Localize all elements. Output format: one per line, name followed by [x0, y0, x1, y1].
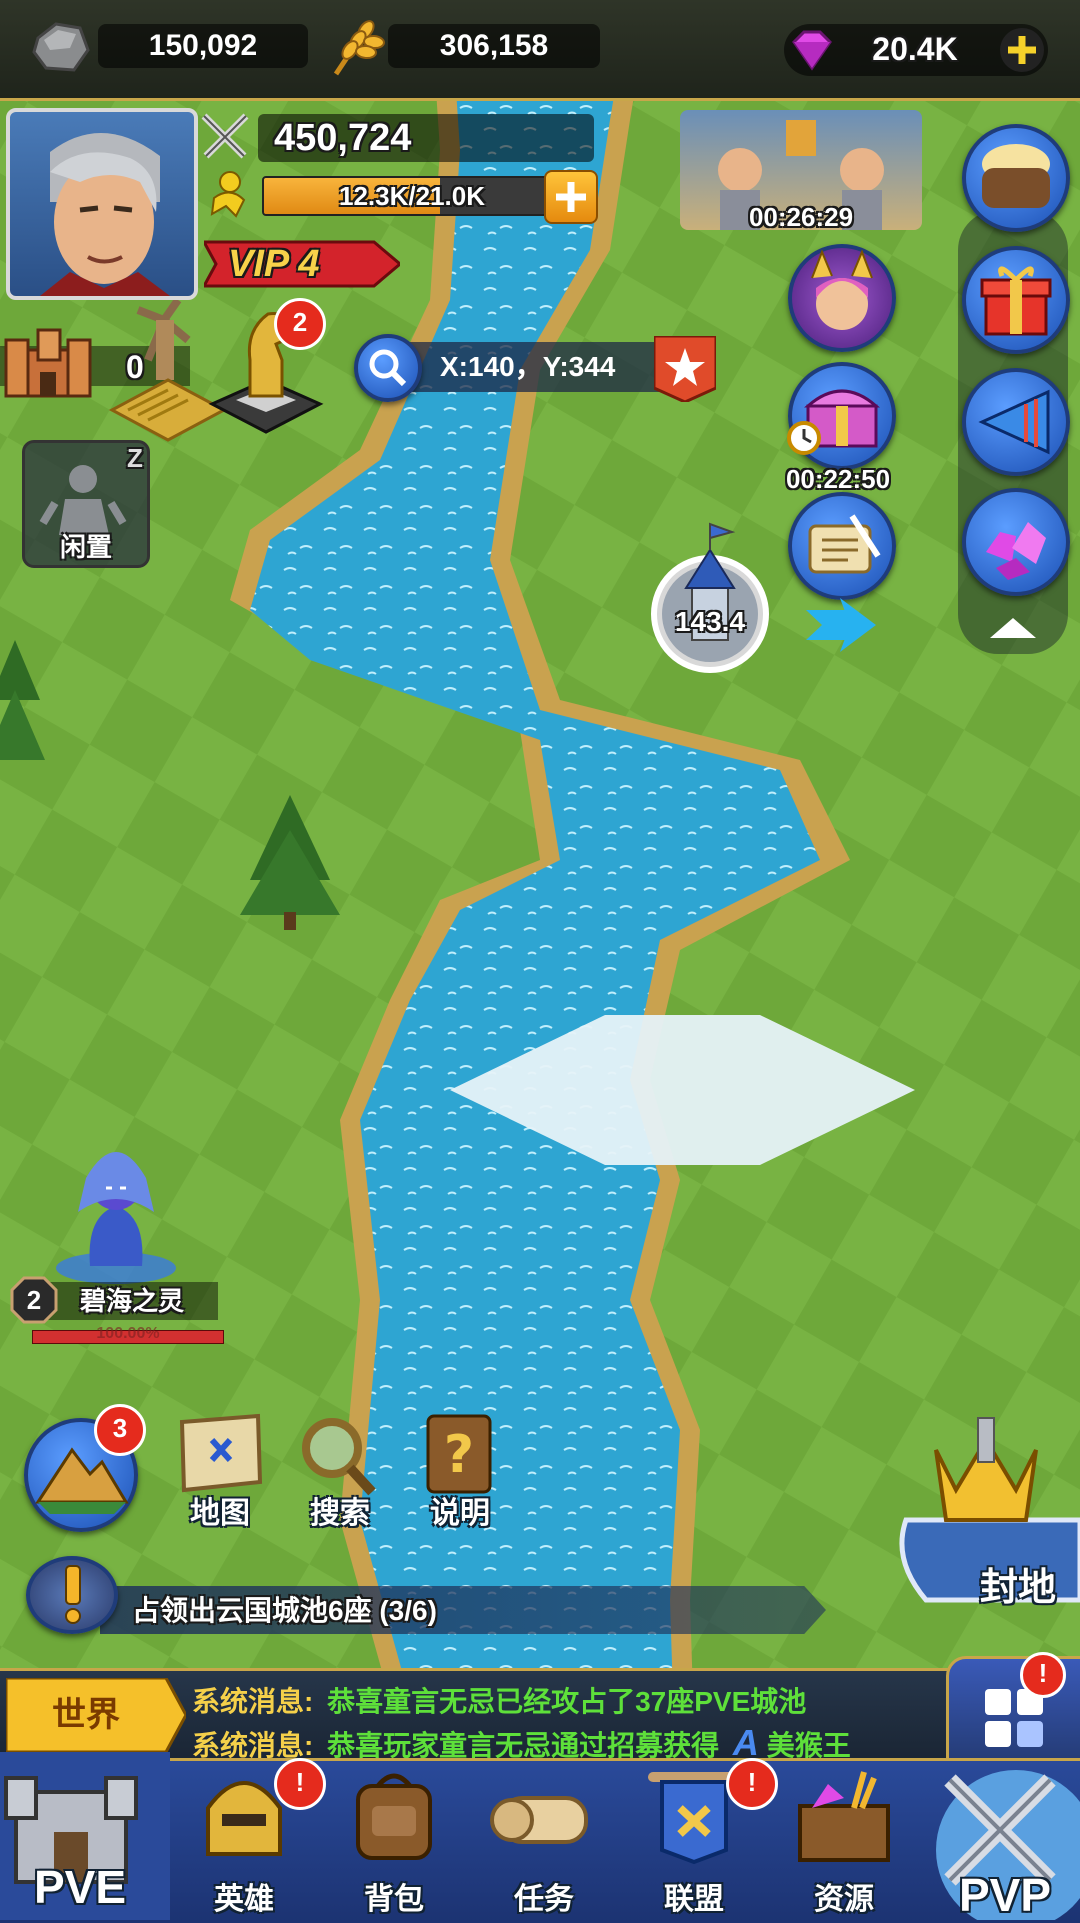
add-exp-button[interactable]	[544, 170, 598, 224]
treasure-pots-icon	[982, 144, 1050, 208]
gem-icon	[784, 24, 840, 76]
mail-scroll-button[interactable]	[788, 492, 896, 600]
tower-marker[interactable]: 143.4	[648, 520, 772, 676]
crossed-swords-icon	[198, 110, 252, 162]
fief-button[interactable]: 封地	[886, 1410, 1080, 1610]
hero-name: 美猴王	[766, 1730, 851, 1761]
nav-item-tasks[interactable]: 任务	[478, 1758, 610, 1920]
hero-grade: A	[732, 1722, 759, 1763]
idle-troops-button[interactable]: Z 闲置	[22, 440, 150, 568]
hero-girl-icon	[811, 249, 873, 330]
tower-value: 143.4	[674, 606, 746, 637]
monster-name: 碧海之灵	[80, 1286, 185, 1316]
map-label: 地图	[190, 1497, 250, 1530]
nav-label-tasks: 任务	[514, 1883, 574, 1916]
pvp-label: PVP	[958, 1869, 1052, 1921]
dock-collapse-icon[interactable]	[986, 614, 1040, 644]
hero-event-button[interactable]	[788, 244, 896, 352]
fief-label: 封地	[979, 1567, 1056, 1609]
nav-label-resources: 资源	[814, 1883, 874, 1916]
coord-text: X:140，Y:344	[440, 351, 616, 382]
chat-text: 恭喜玩家童言无忌通过招募获得	[327, 1730, 720, 1761]
map-scroll-icon	[179, 1413, 263, 1493]
vip-banner[interactable]: VIP 4	[204, 236, 400, 292]
gem-pile-icon	[986, 522, 1046, 580]
exclamation-icon	[65, 1565, 81, 1624]
castle-icon[interactable]	[2, 320, 94, 404]
exp-icon	[200, 170, 252, 218]
world-channel-label: 世界	[52, 1696, 120, 1734]
nav-item-resources[interactable]: 资源	[778, 1758, 910, 1920]
power-value: 450,724	[274, 117, 412, 159]
chat-text: 恭喜童言无忌已经攻占了37座PVE城池	[327, 1686, 807, 1717]
pve-button[interactable]: PVE	[0, 1752, 170, 1920]
wheat-amount: 306,158	[388, 24, 600, 68]
monster-hp-bar: 100.00%	[32, 1325, 224, 1344]
treasure-pots-button[interactable]	[962, 124, 1070, 232]
party-horn-icon	[978, 389, 1050, 455]
clock-icon	[786, 420, 822, 456]
idle-z: Z	[127, 443, 143, 473]
vip-level: VIP 4	[228, 243, 320, 285]
nav-label-alliance: 联盟	[664, 1883, 724, 1916]
collapse-arrow-icon[interactable]	[806, 594, 876, 656]
nav-item-bag[interactable]: 背包	[328, 1758, 460, 1920]
backpack-icon	[356, 1773, 432, 1860]
gem-amount: 20.4K	[872, 31, 958, 67]
pve-label: PVE	[33, 1861, 127, 1913]
help-label: 说明	[430, 1497, 490, 1530]
monster-hp-text: 100.00%	[96, 1325, 160, 1342]
magnifying-glass-icon	[302, 1418, 376, 1496]
heroes-alert-badge: !	[274, 1758, 326, 1810]
stone-amount: 150,092	[98, 24, 308, 68]
magnifier-icon	[369, 349, 407, 387]
terrain-badge: 3	[94, 1404, 146, 1456]
chat-line-1: 系统消息: 恭喜童言无忌已经攻占了37座PVE城池	[192, 1680, 806, 1720]
party-horn-button[interactable]	[962, 368, 1070, 476]
exp-text: 12.3K/21.0K	[339, 181, 485, 211]
svg-text:?: ?	[444, 1425, 474, 1485]
monster-level-badge: 2	[10, 1276, 58, 1324]
alliance-alert-badge: !	[726, 1758, 778, 1810]
stone-icon	[30, 18, 92, 76]
sea-spirit-monster[interactable]	[50, 1126, 180, 1286]
resource-crate-icon	[798, 1771, 890, 1862]
nav-label-heroes: 英雄	[214, 1883, 274, 1916]
quest-alert-button[interactable]	[26, 1556, 118, 1634]
nav-label-bag: 背包	[364, 1883, 424, 1916]
search-label: 搜索	[310, 1497, 370, 1530]
event-timer: 00:26:29	[748, 202, 854, 232]
favorite-button[interactable]	[652, 334, 718, 404]
chat-prefix: 系统消息:	[192, 1730, 314, 1761]
scroll-quill-icon	[808, 514, 881, 574]
world-channel-tab[interactable]: 世界	[6, 1678, 186, 1752]
search-button[interactable]: 搜索	[288, 1410, 392, 1530]
wheat-icon	[326, 16, 386, 80]
help-book-icon: ?	[426, 1414, 492, 1494]
menu-alert-badge: !	[1020, 1652, 1066, 1698]
search-coords-button[interactable]	[354, 334, 422, 402]
idle-label: 闲置	[59, 532, 112, 562]
map-button[interactable]: 地图	[168, 1410, 272, 1530]
chest-timer: 00:22:50	[785, 464, 891, 494]
gift-button[interactable]	[962, 246, 1070, 354]
gift-box-icon	[980, 266, 1052, 336]
add-gems-button[interactable]	[1000, 28, 1044, 72]
quest-text: 占领出云国城池6座 (3/6)	[132, 1595, 437, 1626]
player-avatar[interactable]	[6, 108, 198, 300]
help-button[interactable]: ? 说明	[408, 1410, 512, 1530]
city-badge: 2	[274, 298, 326, 350]
monster-level: 2	[26, 1285, 42, 1315]
chat-prefix: 系统消息:	[192, 1686, 314, 1717]
gems-shop-button[interactable]	[962, 488, 1070, 596]
quest-scroll-icon	[490, 1796, 588, 1844]
pvp-button[interactable]: PVP	[920, 1740, 1080, 1921]
